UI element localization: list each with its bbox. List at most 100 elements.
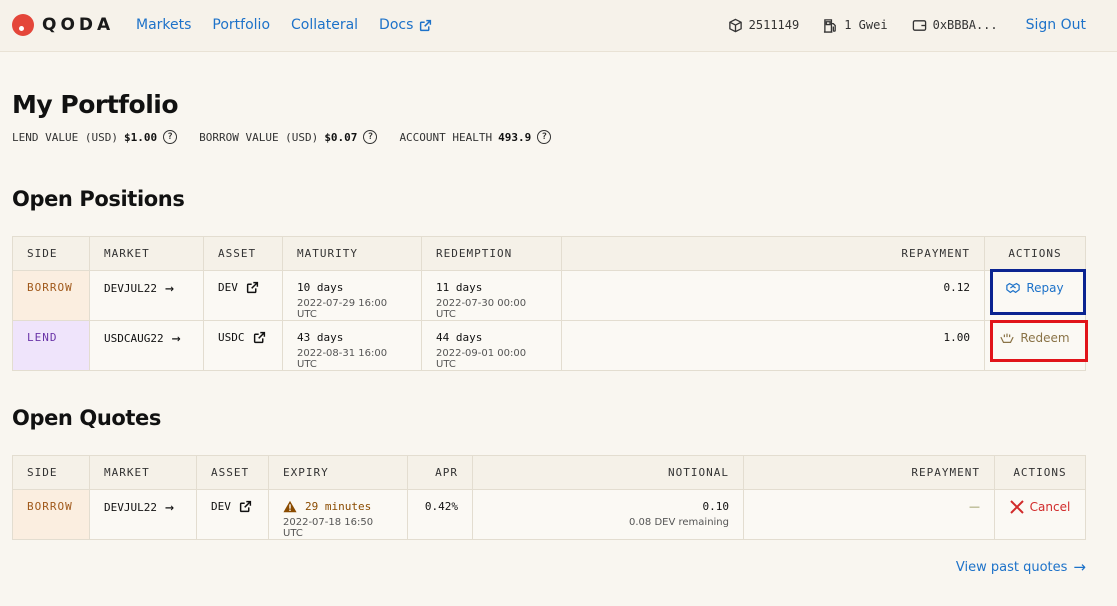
nav-docs[interactable]: Docs — [379, 17, 432, 33]
redemption-cell: 11 days 2022-07-30 00:00 UTC — [421, 270, 562, 321]
arrow-right-icon: → — [1073, 558, 1086, 576]
help-icon[interactable]: ? — [163, 130, 178, 144]
quotes-table: SIDE MARKET ASSET EXPIRY APR NOTIONAL RE… — [12, 455, 1086, 540]
cancel-button[interactable]: Cancel — [1009, 500, 1071, 514]
side-badge: BORROW — [12, 270, 90, 321]
nav-collateral[interactable]: Collateral — [291, 17, 358, 33]
repayment-value: — — [743, 489, 995, 540]
market-link[interactable]: DEVJUL22 — [104, 282, 157, 295]
view-past-quotes-link[interactable]: View past quotes → — [956, 558, 1086, 576]
col-redemption: REDEMPTION — [421, 236, 562, 271]
positions-header-row: SIDE MARKET ASSET MATURITY REDEMPTION RE… — [12, 236, 1086, 271]
repayment-value: 0.12 — [561, 270, 985, 321]
asset-cell: DEV — [203, 270, 283, 321]
redemption-cell: 44 days 2022-09-01 00:00 UTC — [421, 320, 562, 371]
positions-table: SIDE MARKET ASSET MATURITY REDEMPTION RE… — [12, 236, 1086, 371]
col-side: SIDE — [12, 455, 90, 490]
col-actions: ACTIONS — [994, 455, 1086, 490]
help-icon[interactable]: ? — [363, 130, 378, 144]
qoda-logo[interactable]: QODA — [12, 14, 114, 36]
maturity-days: 10 days — [297, 281, 344, 294]
borrow-value-stat: BORROW VALUE (USD) $0.07 ? — [199, 130, 378, 144]
external-link-icon — [420, 19, 432, 31]
account-stats: LEND VALUE (USD) $1.00 ? BORROW VALUE (U… — [12, 130, 552, 144]
block-number: 2511149 — [728, 18, 800, 33]
account-health-value: 493.9 — [498, 130, 532, 144]
market-cell: USDCAUG22 → — [89, 320, 204, 371]
borrow-value: $0.07 — [324, 130, 358, 144]
nav-docs-label: Docs — [379, 17, 414, 33]
wallet-icon — [912, 19, 926, 31]
gas-price-value: 1 Gwei — [844, 18, 888, 32]
table-row: BORROW DEVJUL22 → DEV 10 days 2022-07-29 … — [12, 270, 1086, 321]
asset-cell: USDC — [203, 320, 283, 371]
close-icon — [1009, 500, 1024, 514]
help-icon[interactable]: ? — [537, 130, 552, 144]
account-health-stat: ACCOUNT HEALTH 493.9 ? — [399, 130, 552, 144]
col-side: SIDE — [12, 236, 90, 271]
external-link-icon[interactable] — [246, 281, 259, 294]
header-status: 2511149 1 Gwei 0xBBBA... Sign Out — [728, 17, 1086, 33]
col-market: MARKET — [89, 455, 197, 490]
table-row: LEND USDCAUG22 → USDC 43 days 2022-08-31 … — [12, 320, 1086, 371]
cube-icon — [728, 18, 742, 32]
warning-icon — [283, 500, 297, 513]
asset-link[interactable]: DEV — [211, 500, 231, 513]
col-repayment: REPAYMENT — [561, 236, 985, 271]
borrow-value-label: BORROW VALUE (USD) — [199, 130, 319, 144]
notional-cell: 0.10 0.08 DEV remaining — [472, 489, 744, 540]
open-positions-title: Open Positions — [12, 187, 185, 211]
maturity-cell: 10 days 2022-07-29 16:00 UTC — [282, 270, 422, 321]
external-link-icon[interactable] — [253, 331, 266, 344]
maturity-date: 2022-08-31 16:00 UTC — [297, 348, 388, 370]
account-health-label: ACCOUNT HEALTH — [399, 130, 493, 144]
market-cell: DEVJUL22 → — [89, 489, 197, 540]
redemption-date: 2022-09-01 00:00 UTC — [436, 348, 527, 370]
highlight-box-repay — [990, 269, 1086, 315]
notional-remaining: 0.08 DEV remaining — [629, 517, 729, 528]
page-title: My Portfolio — [12, 90, 179, 119]
asset-link[interactable]: USDC — [218, 331, 245, 344]
col-maturity: MATURITY — [282, 236, 422, 271]
external-link-icon[interactable] — [239, 500, 252, 513]
lend-value-label: LEND VALUE (USD) — [12, 130, 118, 144]
wallet-address-value: 0xBBBA... — [932, 18, 998, 32]
open-quotes-title: Open Quotes — [12, 406, 161, 430]
col-repayment: REPAYMENT — [743, 455, 995, 490]
wallet-address[interactable]: 0xBBBA... — [912, 18, 998, 33]
notional-value: 0.10 — [702, 500, 730, 513]
arrow-right-icon[interactable]: → — [165, 281, 174, 296]
col-actions: ACTIONS — [984, 236, 1086, 271]
market-link[interactable]: USDCAUG22 — [104, 332, 164, 345]
nav-portfolio[interactable]: Portfolio — [212, 17, 270, 33]
col-apr: APR — [407, 455, 473, 490]
arrow-right-icon[interactable]: → — [172, 331, 181, 346]
nav-markets[interactable]: Markets — [136, 17, 191, 33]
lend-value-stat: LEND VALUE (USD) $1.00 ? — [12, 130, 178, 144]
asset-cell: DEV — [196, 489, 269, 540]
apr-value: 0.42% — [407, 489, 473, 540]
main-nav: Markets Portfolio Collateral Docs — [136, 17, 432, 33]
block-number-value: 2511149 — [748, 18, 800, 32]
logo-text: QODA — [42, 15, 115, 35]
top-header: QODA Markets Portfolio Collateral Docs 2… — [0, 0, 1117, 52]
gas-pump-icon — [824, 18, 837, 33]
maturity-cell: 43 days 2022-08-31 16:00 UTC — [282, 320, 422, 371]
sign-out-link[interactable]: Sign Out — [1026, 17, 1086, 33]
col-asset: ASSET — [203, 236, 283, 271]
asset-link[interactable]: DEV — [218, 281, 238, 294]
expiry-date: 2022-07-18 16:50 UTC — [283, 517, 374, 539]
maturity-days: 43 days — [297, 331, 344, 344]
actions-cell: Cancel — [995, 490, 1086, 540]
col-market: MARKET — [89, 236, 204, 271]
maturity-date: 2022-07-29 16:00 UTC — [297, 298, 388, 320]
highlight-box-redeem — [990, 320, 1088, 362]
redemption-days: 44 days — [436, 331, 483, 344]
arrow-right-icon[interactable]: → — [165, 500, 174, 515]
market-link[interactable]: DEVJUL22 — [104, 501, 157, 514]
side-badge: LEND — [12, 320, 90, 371]
cancel-label: Cancel — [1029, 500, 1071, 514]
side-badge: BORROW — [12, 489, 90, 540]
col-asset: ASSET — [196, 455, 269, 490]
col-notional: NOTIONAL — [472, 455, 744, 490]
